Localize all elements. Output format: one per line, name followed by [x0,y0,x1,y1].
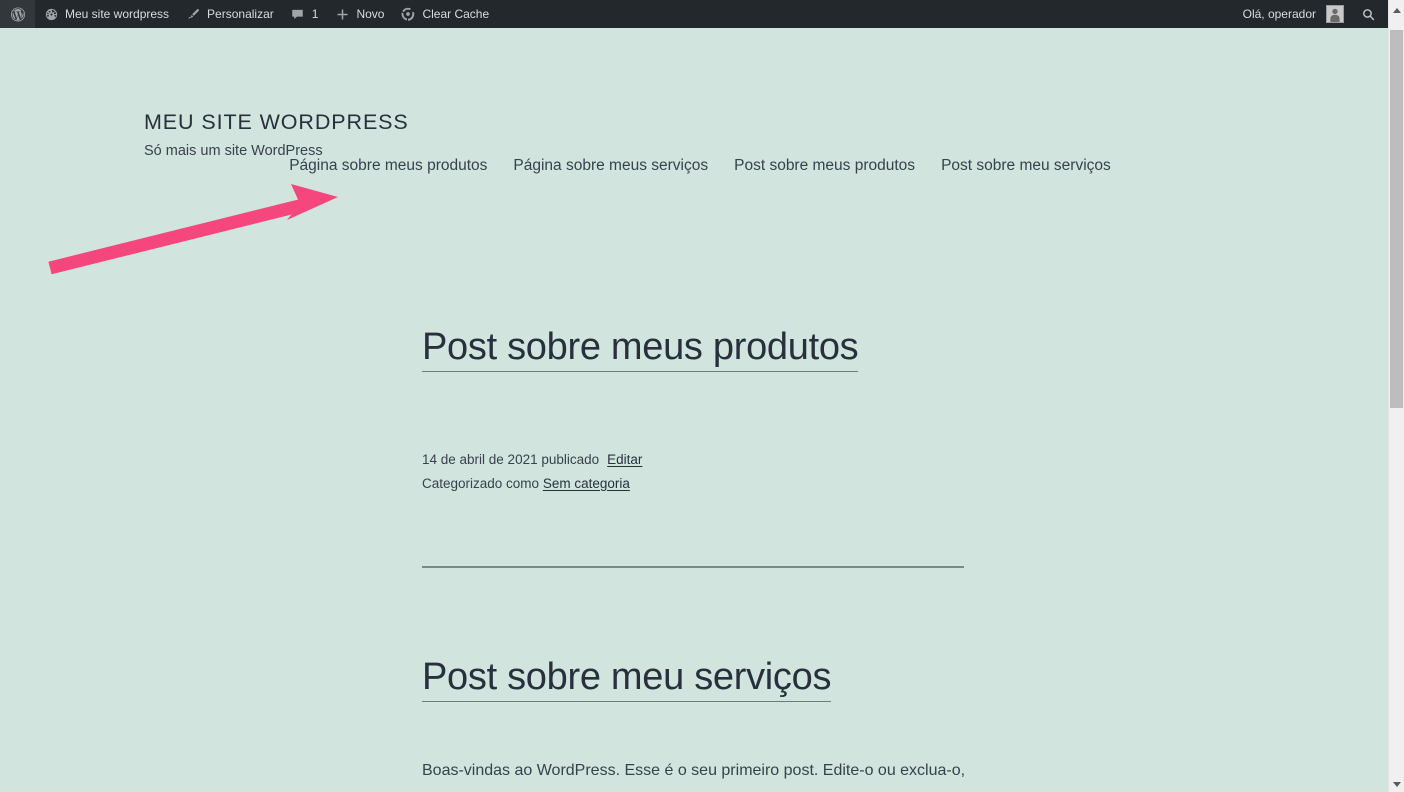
admin-bar-item-site-name[interactable]: Meu site wordpress [35,0,177,28]
user-avatar-icon [1326,5,1344,23]
admin-bar-right-group: Olá, operador [1235,0,1388,28]
post-title: Post sobre meu serviços [422,655,1122,702]
post-article: Post sobre meus produtos 14 de abril de … [422,325,1122,496]
post-title-link[interactable]: Post sobre meus produtos [422,326,859,372]
admin-bar-customize-label: Personalizar [207,7,274,21]
post-separator [422,566,964,568]
nav-item-post-produtos[interactable]: Post sobre meus produtos [734,155,915,177]
post-title: Post sobre meus produtos [422,325,1122,372]
chevron-down-icon [1392,781,1401,787]
post-category-link[interactable]: Sem categoria [543,476,630,491]
wordpress-logo-button[interactable] [0,0,35,28]
nav-item-pagina-produtos[interactable]: Página sobre meus produtos [289,155,487,177]
admin-bar-search-button[interactable] [1352,0,1388,28]
admin-bar-item-clear-cache[interactable]: Clear Cache [392,0,497,28]
post-excerpt: Boas-vindas ao WordPress. Esse é o seu p… [422,761,966,792]
dashboard-icon [43,6,59,22]
scrollbar-down-button[interactable] [1389,776,1404,792]
admin-bar-greeting: Olá, operador [1242,7,1316,21]
admin-bar-my-account[interactable]: Olá, operador [1235,0,1352,28]
cache-icon [400,6,416,22]
admin-bar-clear-cache-label: Clear Cache [422,7,490,21]
post-date: 14 de abril de 2021 publicado [422,451,600,467]
post-edit-link[interactable]: Editar [607,452,642,467]
scrollbar-thumb[interactable] [1390,30,1403,408]
admin-bar-comment-count: 1 [311,7,319,21]
admin-bar-left-group: Meu site wordpress Personalizar 1 Novo C… [0,0,497,28]
admin-bar-new-label: Novo [356,7,385,21]
vertical-scrollbar[interactable] [1388,0,1404,792]
scrollbar-up-button[interactable] [1389,2,1404,18]
post-article: Post sobre meu serviços Boas-vindas ao W… [422,655,1122,792]
wordpress-logo-icon [10,6,26,22]
post-category-prefix: Categorizado como [422,475,540,491]
chevron-up-icon [1392,7,1401,13]
paintbrush-icon [185,6,201,22]
admin-bar-item-comments[interactable]: 1 [282,0,327,28]
admin-bar-site-name-label: Meu site wordpress [65,7,170,21]
wp-admin-bar: Meu site wordpress Personalizar 1 Novo C… [0,0,1388,28]
comment-icon [290,6,306,22]
primary-navigation: Página sobre meus produtos Página sobre … [0,155,1388,177]
post-title-link[interactable]: Post sobre meu serviços [422,656,831,702]
site-title[interactable]: MEU SITE WORDPRESS [144,110,409,135]
nav-item-post-servicos[interactable]: Post sobre meu serviços [941,155,1111,177]
search-icon [1360,6,1376,22]
plus-icon [334,6,350,22]
nav-item-pagina-servicos[interactable]: Página sobre meus serviços [513,155,708,177]
browser-viewport: Meu site wordpress Personalizar 1 Novo C… [0,0,1388,792]
admin-bar-item-new[interactable]: Novo [326,0,392,28]
post-meta: 14 de abril de 2021 publicado Editar Cate… [422,448,1122,496]
post-meta-category-row: Categorizado como Sem categoria [422,472,1122,496]
post-meta-date-row: 14 de abril de 2021 publicado Editar [422,448,1122,472]
admin-bar-item-customize[interactable]: Personalizar [177,0,282,28]
